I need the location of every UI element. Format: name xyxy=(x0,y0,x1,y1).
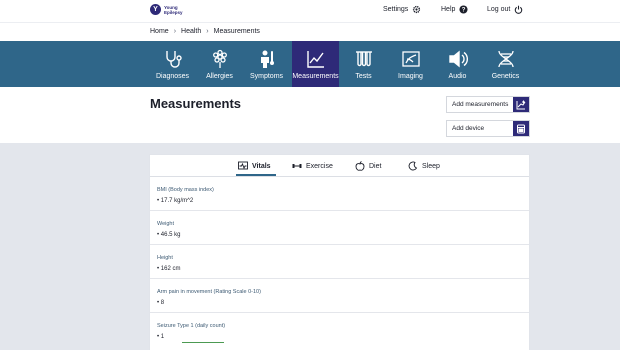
nav-item-allergies[interactable]: Allergies xyxy=(196,41,243,87)
gear-icon xyxy=(412,5,421,14)
measurement-value: • 17.7 kg/m^2 xyxy=(157,198,194,204)
settings-link[interactable]: Settings xyxy=(383,5,421,14)
measurement-value: • 1 xyxy=(157,334,165,340)
add-device-label: Add device xyxy=(452,125,485,132)
chevron-right-icon: › xyxy=(173,28,177,35)
x-ray-icon xyxy=(400,49,422,69)
measurement-label: Seizure Type 1 (daily count) xyxy=(157,323,226,329)
nav-label: Audio xyxy=(448,73,467,80)
measurement-row[interactable]: Arm pain in movement (Rating Scale 0-10)… xyxy=(150,279,529,313)
chart-line-icon xyxy=(305,49,327,69)
nav-label: Genetics xyxy=(491,73,520,80)
person-thermometer-icon xyxy=(256,49,278,69)
settings-label: Settings xyxy=(383,6,409,13)
measurement-row[interactable]: Seizure Type 1 (daily count) • 1 xyxy=(150,313,529,350)
breadcrumb: Home › Health › Measurements xyxy=(150,28,260,35)
help-label: Help xyxy=(441,6,456,13)
logout-link[interactable]: Log out xyxy=(487,5,523,14)
tab-vitals-label: Vitals xyxy=(252,162,271,170)
chevron-right-icon: › xyxy=(206,28,209,35)
question-icon: ? xyxy=(459,5,468,14)
add-measurements-label: Add measurements xyxy=(452,101,509,108)
measurement-tabs: Vitals Exercise Diet Sleep xyxy=(150,155,529,177)
nav-label: Imaging xyxy=(398,73,423,80)
measurement-row[interactable]: BMI (Body mass index) • 17.7 kg/m^2 xyxy=(150,177,529,211)
nav-label: Diagnoses xyxy=(155,73,190,80)
tab-diet[interactable]: Diet xyxy=(355,161,381,171)
logout-label: Log out xyxy=(487,6,511,13)
dumbbell-icon xyxy=(292,161,302,171)
nav-label: Symptoms xyxy=(249,73,284,80)
breadcrumb-home[interactable]: Home xyxy=(150,28,169,35)
measurement-label: Weight xyxy=(157,221,175,227)
breadcrumb-health[interactable]: Health xyxy=(181,28,201,35)
add-measurements-button[interactable]: Add measurements xyxy=(446,96,530,113)
nav-item-imaging[interactable]: Imaging xyxy=(387,41,434,87)
active-tab-indicator xyxy=(236,174,276,176)
page-header: Measurements Add measurements Add device xyxy=(0,87,620,143)
measurement-label: BMI (Body mass index) xyxy=(157,187,214,193)
breadcrumb-bar: Home › Health › Measurements xyxy=(0,22,620,41)
stethoscope-icon xyxy=(162,49,184,69)
moon-icon xyxy=(408,161,418,171)
nav-label: Tests xyxy=(355,73,372,80)
page-title: Measurements xyxy=(150,96,242,111)
flower-icon xyxy=(209,49,231,69)
logo[interactable]: Y Young Epilepsy xyxy=(150,4,188,15)
measurement-value: • 162 cm xyxy=(157,266,181,272)
nav-item-genetics[interactable]: Genetics xyxy=(482,41,529,87)
measurement-label: Height xyxy=(157,255,173,261)
measurement-row[interactable]: Weight • 46.5 kg xyxy=(150,211,529,245)
top-bar: Y Young Epilepsy Settings Help ? Log out xyxy=(0,0,620,22)
nav-label: Allergies xyxy=(206,73,233,80)
measurement-value: • 46.5 kg xyxy=(157,232,181,238)
breadcrumb-current: Measurements xyxy=(213,28,260,35)
trend-line xyxy=(182,342,224,343)
nav-item-audio[interactable]: Audio xyxy=(434,41,481,87)
apple-icon xyxy=(355,161,365,171)
measurement-value: • 8 xyxy=(157,300,165,306)
device-icon xyxy=(513,121,529,136)
nav-label: Measurements xyxy=(292,73,339,80)
measurement-row[interactable]: Height • 162 cm xyxy=(150,245,529,279)
add-chart-icon xyxy=(513,97,529,112)
test-tubes-icon xyxy=(353,49,375,69)
measurements-card: Vitals Exercise Diet Sleep BMI (Body mas… xyxy=(149,154,530,350)
tab-vitals[interactable]: Vitals xyxy=(238,161,271,171)
help-link[interactable]: Help ? xyxy=(441,5,468,14)
tab-sleep[interactable]: Sleep xyxy=(408,161,440,171)
category-nav: Diagnoses Allergies Symptoms Measurement… xyxy=(0,41,620,87)
tab-exercise-label: Exercise xyxy=(306,162,333,170)
logo-mark: Y xyxy=(150,4,161,15)
speaker-icon xyxy=(447,49,469,69)
tab-sleep-label: Sleep xyxy=(422,162,440,170)
logo-text: Young Epilepsy xyxy=(164,4,183,15)
add-device-button[interactable]: Add device xyxy=(446,120,530,137)
nav-item-measurements[interactable]: Measurements xyxy=(292,41,339,87)
dna-icon xyxy=(495,49,517,69)
power-icon xyxy=(514,5,523,14)
nav-item-symptoms[interactable]: Symptoms xyxy=(243,41,290,87)
svg-text:?: ? xyxy=(462,7,466,14)
nav-item-tests[interactable]: Tests xyxy=(340,41,387,87)
nav-item-diagnoses[interactable]: Diagnoses xyxy=(149,41,196,87)
measurement-label: Arm pain in movement (Rating Scale 0-10) xyxy=(157,289,261,295)
monitor-pulse-icon xyxy=(238,161,248,171)
tab-diet-label: Diet xyxy=(369,162,382,170)
tab-exercise[interactable]: Exercise xyxy=(292,161,333,171)
